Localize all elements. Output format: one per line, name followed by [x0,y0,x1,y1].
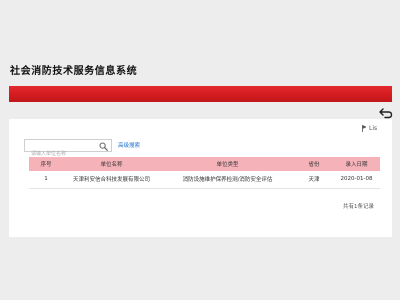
flag-icon [362,124,366,132]
list-view-label: Lis [369,124,378,132]
col-header-province[interactable]: 省份 [295,157,333,171]
advanced-search-link[interactable]: 高级搜索 [118,141,140,149]
content-card: Lis 高级搜索 序号 单位名称 单位类型 省份 录入日期 [9,119,392,237]
cell-province: 天津 [295,171,333,189]
results-table: 序号 单位名称 单位类型 省份 录入日期 1 天津利安信合科技发展有限公司 消防… [29,157,380,189]
cell-unit-name[interactable]: 天津利安信合科技发展有限公司 [63,171,160,189]
header-banner [9,86,392,102]
back-arrow-icon[interactable] [379,107,393,119]
search-icon[interactable] [99,142,108,151]
col-header-entry-date[interactable]: 录入日期 [333,157,380,171]
system-title: 社会消防技术服务信息系统 [10,66,138,77]
cell-index: 1 [29,171,63,189]
col-header-index[interactable]: 序号 [29,157,63,171]
col-header-unit-type[interactable]: 单位类型 [160,157,295,171]
cell-entry-date: 2020-01-08 [333,171,380,189]
col-header-unit-name[interactable]: 单位名称 [63,157,160,171]
pagination-summary: 共有1条记录 [343,204,374,210]
page: 社会消防技术服务信息系统 Lis 高级搜索 序号 [0,0,400,300]
back-button[interactable] [379,104,393,119]
cell-unit-type: 消防设施维护保养检测/消防安全评估 [160,171,295,189]
table-row[interactable]: 1 天津利安信合科技发展有限公司 消防设施维护保养检测/消防安全评估 天津 20… [29,171,380,189]
table-header-row: 序号 单位名称 单位类型 省份 录入日期 [29,157,380,171]
search-box [24,139,112,160]
list-view-toggle[interactable]: Lis [362,123,384,133]
